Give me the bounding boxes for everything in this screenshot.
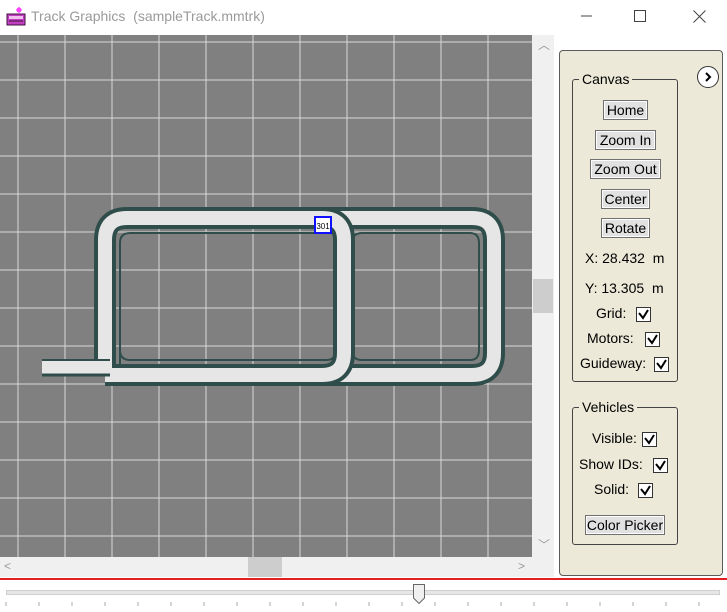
timeline-slider-track[interactable] — [6, 590, 720, 595]
solid-label: Solid: — [594, 481, 630, 497]
vertical-scrollbar[interactable]: ︿ ﹀ — [532, 35, 554, 557]
center-button[interactable]: Center — [601, 189, 650, 209]
app-icon — [6, 7, 26, 27]
horizontal-scrollbar[interactable]: < > — [0, 557, 532, 577]
show-ids-checkbox[interactable] — [653, 458, 668, 473]
collapse-panel-button[interactable] — [697, 66, 719, 88]
canvas-group-title: Canvas — [579, 71, 633, 87]
zoom-out-button[interactable]: Zoom Out — [590, 159, 661, 179]
minimize-button[interactable] — [564, 0, 610, 32]
grid-label: Grid: — [596, 305, 627, 321]
lead-in-track — [42, 360, 112, 374]
inner-right-rail — [351, 232, 480, 361]
checkmark-icon — [655, 460, 666, 471]
vertical-scroll-thumb[interactable] — [533, 279, 553, 313]
home-button[interactable]: Home — [603, 100, 648, 120]
x-coordinate-readout: X: 28.432 m — [585, 250, 665, 266]
scroll-left-icon[interactable]: < — [4, 560, 11, 572]
track-canvas[interactable]: 301 — [0, 35, 532, 557]
checkmark-icon — [640, 485, 651, 496]
motors-checkbox[interactable] — [645, 332, 660, 347]
close-icon — [692, 9, 706, 23]
motors-label: Motors: — [587, 330, 634, 346]
maximize-button[interactable] — [617, 0, 663, 32]
timeline-slider-area — [0, 578, 727, 611]
maximize-icon — [634, 10, 646, 22]
show-ids-label: Show IDs: — [579, 456, 643, 472]
track-layout[interactable] — [42, 207, 505, 386]
visible-label: Visible: — [592, 430, 637, 446]
guideway-label: Guideway: — [580, 355, 647, 371]
scroll-down-icon[interactable]: ﹀ — [538, 539, 550, 551]
track-drawing[interactable]: 301 — [0, 35, 532, 557]
solid-checkbox[interactable] — [638, 483, 653, 498]
close-button[interactable] — [676, 0, 722, 32]
guideway-checkbox[interactable] — [654, 357, 669, 372]
selected-segment[interactable]: 301 — [314, 216, 332, 234]
vehicles-group-title: Vehicles — [579, 399, 638, 415]
segment-id-label: 301 — [316, 222, 330, 231]
y-coordinate-readout: Y: 13.305 m — [585, 280, 664, 296]
scroll-right-icon[interactable]: > — [518, 560, 525, 572]
chevron-right-icon — [705, 72, 712, 82]
visible-checkbox[interactable] — [642, 432, 657, 447]
color-picker-button[interactable]: Color Picker — [585, 515, 665, 535]
slider-thumb-icon — [412, 584, 425, 605]
title-bar: Track Graphics (sampleTrack.mmtrk) — [0, 0, 727, 34]
scroll-up-icon[interactable]: ︿ — [538, 39, 550, 51]
horizontal-scroll-thumb[interactable] — [248, 557, 282, 577]
rotate-button[interactable]: Rotate — [601, 218, 650, 238]
zoom-in-button[interactable]: Zoom In — [595, 130, 656, 150]
checkmark-icon — [656, 359, 667, 370]
window-title: Track Graphics (sampleTrack.mmtrk) — [31, 8, 265, 24]
checkmark-icon — [647, 334, 658, 345]
scrollbar-corner — [532, 557, 554, 577]
inner-left-rail — [119, 232, 337, 365]
minimize-icon — [581, 15, 592, 17]
grid-lines — [0, 35, 532, 557]
checkmark-icon — [638, 309, 649, 320]
checkmark-icon — [644, 434, 655, 445]
timeline-slider-thumb[interactable] — [412, 584, 425, 605]
grid-checkbox[interactable] — [636, 307, 651, 322]
